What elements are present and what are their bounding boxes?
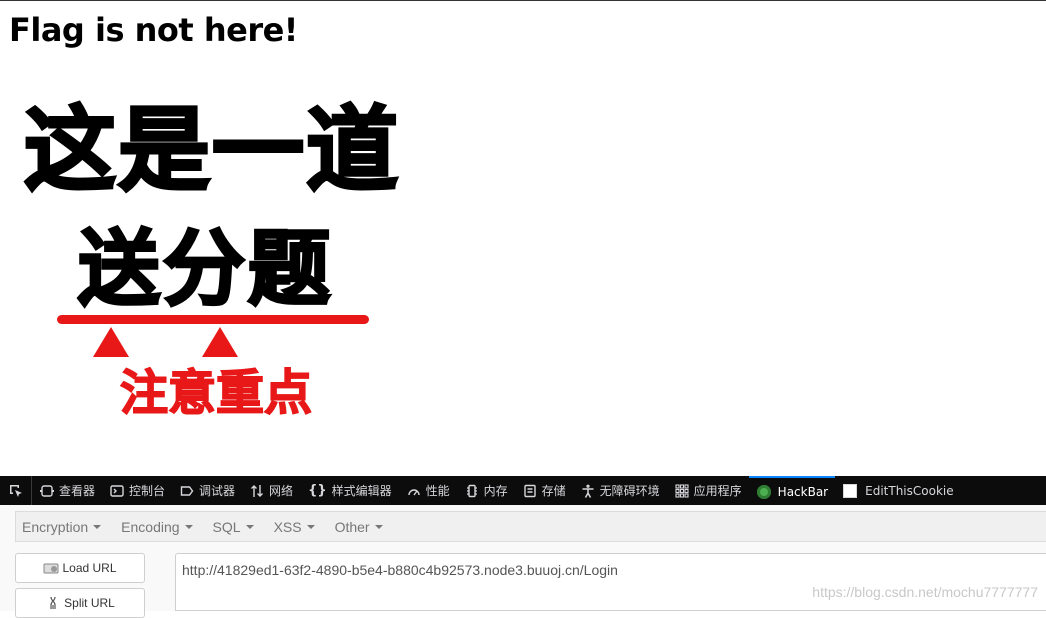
tab-application[interactable]: 应用程序 <box>667 476 749 505</box>
load-url-label: Load URL <box>62 561 117 575</box>
tab-storage[interactable]: 存储 <box>515 476 573 505</box>
inspector-icon <box>40 484 54 497</box>
url-textarea[interactable]: http://41829ed1-63f2-4890-b5e4-b880c4b92… <box>175 553 1046 611</box>
tab-editthiscookie-label: EditThisCookie <box>865 483 954 498</box>
meme-red-arrow-1 <box>93 327 129 357</box>
tab-accessibility[interactable]: 无障碍环境 <box>573 476 667 505</box>
tab-memory-label: 内存 <box>483 484 508 498</box>
meme-line-1: 这是一道 <box>22 97 401 204</box>
url-value: http://41829ed1-63f2-4890-b5e4-b880c4b92… <box>182 562 618 578</box>
tab-performance[interactable]: 性能 <box>399 476 457 505</box>
tab-network-label: 网络 <box>269 484 294 498</box>
meme-line-3: 注意重点 <box>119 365 313 421</box>
menu-xss[interactable]: XSS <box>274 519 315 535</box>
menu-encoding[interactable]: Encoding <box>121 518 193 535</box>
tab-inspector-label: 查看器 <box>59 484 96 498</box>
tab-hackbar-label: HackBar <box>777 484 829 499</box>
tab-hackbar[interactable]: HackBar <box>748 476 836 505</box>
split-url-label: Split URL <box>64 596 115 610</box>
tab-style-editor-label: 样式编辑器 <box>331 484 392 498</box>
style-editor-icon: {} <box>308 482 327 498</box>
memory-icon <box>466 484 477 497</box>
meme-image: 这是一道 送分题 注意重点 <box>0 91 420 431</box>
tab-storage-label: 存储 <box>541 484 566 498</box>
menu-xss-label: XSS <box>273 518 302 535</box>
tab-network[interactable]: 网络 <box>242 476 300 505</box>
tab-performance-label: 性能 <box>425 484 450 498</box>
load-url-icon <box>43 563 59 574</box>
tab-accessibility-label: 无障碍环境 <box>599 484 660 498</box>
menu-encoding-label: Encoding <box>121 518 180 535</box>
network-icon <box>251 484 264 497</box>
menu-other[interactable]: Other <box>335 519 383 535</box>
tab-memory[interactable]: 内存 <box>457 476 515 505</box>
tab-inspector[interactable]: 查看器 <box>32 476 102 505</box>
load-url-button[interactable]: Load URL <box>15 553 145 583</box>
page-heading: Flag is not here! <box>9 11 298 49</box>
menu-encryption-label: Encryption <box>22 518 89 535</box>
hackbar-menu: Encryption Encoding SQL XSS Other <box>15 511 1046 542</box>
accessibility-icon <box>582 484 594 498</box>
meme-red-arrow-2 <box>202 327 238 357</box>
menu-other-label: Other <box>334 518 370 535</box>
menu-sql[interactable]: SQL <box>213 519 254 535</box>
watermark: https://blog.csdn.net/mochu7777777 <box>812 584 1038 600</box>
split-url-button[interactable]: Split URL <box>15 588 145 618</box>
caret-down-icon <box>245 524 254 529</box>
caret-down-icon <box>93 524 102 529</box>
caret-down-icon <box>306 524 315 529</box>
caret-down-icon <box>184 524 193 529</box>
meme-red-underline <box>57 315 369 324</box>
cookie-icon <box>843 483 858 498</box>
console-icon <box>110 484 124 497</box>
meme-line-2: 送分题 <box>76 222 334 317</box>
tab-application-label: 应用程序 <box>693 484 742 498</box>
debugger-icon <box>180 485 194 496</box>
tab-console-label: 控制台 <box>129 484 166 498</box>
element-picker-icon <box>9 484 22 497</box>
tab-style-editor[interactable]: {} 样式编辑器 <box>300 476 399 505</box>
application-icon <box>675 483 689 498</box>
tab-editthiscookie[interactable]: EditThisCookie <box>835 476 961 505</box>
performance-icon <box>407 488 420 495</box>
hackbar-icon <box>756 484 771 499</box>
tab-debugger[interactable]: 调试器 <box>172 476 242 505</box>
element-picker-button[interactable] <box>0 476 32 505</box>
storage-icon <box>523 484 536 497</box>
tab-console[interactable]: 控制台 <box>102 476 172 505</box>
web-page: Flag is not here! 这是一道 送分题 注意重点 <box>0 0 1046 476</box>
menu-sql-label: SQL <box>212 518 241 535</box>
caret-down-icon <box>374 524 383 529</box>
tab-debugger-label: 调试器 <box>199 484 236 498</box>
split-url-icon <box>50 596 57 609</box>
devtools-toolbar: 查看器 控制台 调试器 网络 {} 样式编辑器 性能 内存 存储 无障碍环境 应… <box>0 476 1046 505</box>
menu-encryption[interactable]: Encryption <box>22 518 102 535</box>
